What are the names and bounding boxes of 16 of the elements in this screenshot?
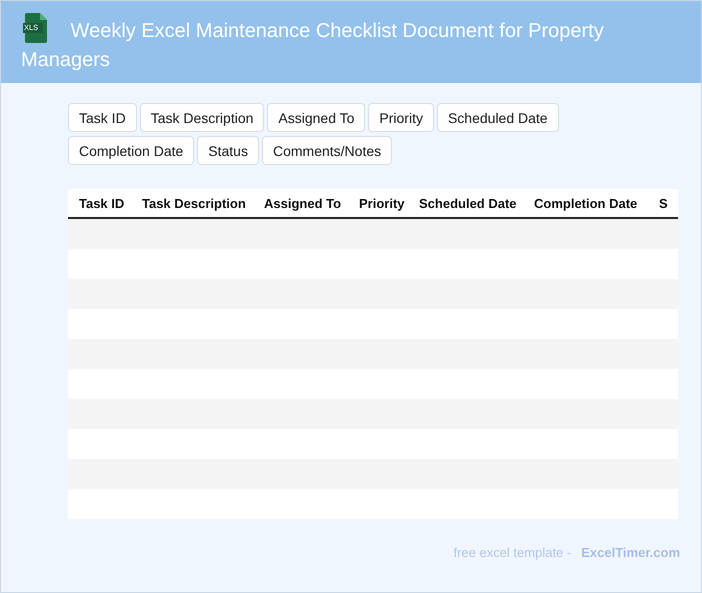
column-chip[interactable]: Completion Date	[68, 136, 194, 165]
column-chip[interactable]: Assigned To	[267, 103, 366, 132]
column-header: S	[659, 196, 668, 211]
column-chip[interactable]: Status	[197, 136, 259, 165]
footer-text: free excel template -	[453, 545, 572, 560]
column-header: Task ID	[79, 196, 124, 211]
column-header: Assigned To	[264, 196, 342, 211]
column-header: Task Description	[142, 196, 246, 211]
column-chip[interactable]: Priority	[368, 103, 434, 132]
column-header: Scheduled Date	[419, 196, 517, 211]
column-chip[interactable]: Task ID	[68, 103, 137, 132]
column-chip[interactable]: Scheduled Date	[436, 103, 559, 132]
column-chip[interactable]: Comments/Notes	[262, 136, 392, 165]
column-header: Completion Date	[534, 196, 638, 211]
column-header: Priority	[359, 196, 405, 211]
column-chip[interactable]: Task Description	[140, 103, 264, 132]
